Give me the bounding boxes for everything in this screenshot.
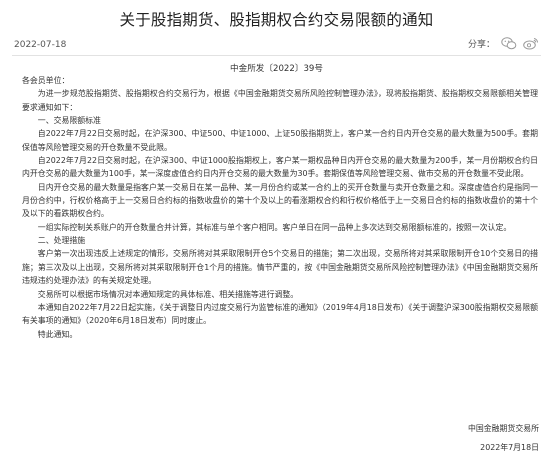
paragraph: 自2022年7月22日交易时起，在沪深300、中证500、中证1000、上证50…	[22, 129, 538, 152]
intro-paragraph: 为进一步规范股指期货、股指期权合约交易行为，根据《中国金融期货交易所风险控制管理…	[22, 89, 538, 112]
notice-page: 关于股指期货、股指期权合约交易限额的通知 2022-07-18 分享： 中金所发…	[0, 0, 553, 466]
signature: 中国金融期货交易所	[467, 424, 539, 433]
publish-date: 2022-07-18	[14, 40, 67, 50]
paragraph: 一组实际控制关系账户的开仓数量合并计算，其标准与单个客户相同。客户单日在同一品种…	[37, 222, 512, 232]
document-number: 中金所发〔2022〕39号	[230, 64, 323, 74]
paragraph: 客户第一次出现违反上述规定的情形，交易所将对其采取限制开仓5个交易日的措施；第二…	[22, 249, 538, 286]
document-body: 各会员单位： 为进一步规范股指期货、股指期权合约交易行为，根据《中国金融期货交易…	[22, 74, 538, 341]
section-heading: 二、处理措施	[37, 236, 86, 246]
signature-date: 2022年7月18日	[480, 443, 539, 452]
weibo-icon[interactable]	[523, 37, 539, 50]
closing-text: 特此通知。	[37, 329, 78, 339]
salutation: 各会员单位：	[22, 76, 70, 85]
paragraph: 本通知自2022年7月22日起实施，《关于调整日内过度交易行为监管标准的通知》（…	[22, 302, 538, 326]
paragraph: 日内开仓交易的最大数量是指客户某一交易日在某一品种、某一月份合约或某一合约上的买…	[22, 182, 538, 219]
header-divider	[12, 55, 541, 56]
share-bar: 分享：	[468, 37, 539, 50]
share-label: 分享：	[467, 40, 495, 50]
page-title: 关于股指期货、股指期权合约交易限额的通知	[119, 11, 434, 29]
paragraph: 自2022年7月22日交易时起，在沪深300、中证1000股指期权上，客户某一期…	[22, 156, 538, 179]
wechat-icon[interactable]	[501, 37, 517, 50]
section-heading: 一、交易限额标准	[37, 116, 101, 126]
paragraph: 交易所可以根据市场情况对本通知规定的具体标准、相关措施等进行调整。	[37, 289, 299, 299]
